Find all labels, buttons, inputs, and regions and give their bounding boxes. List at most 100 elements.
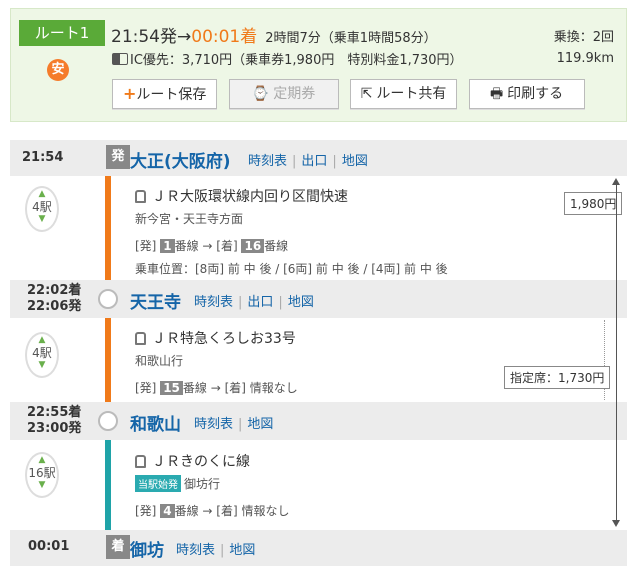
timetable-link[interactable]: 時刻表 <box>176 543 215 558</box>
route-label[interactable]: ルート1 <box>19 20 105 46</box>
line-orange-1 <box>105 168 111 298</box>
station-row-taisho: 21:54 発 大正(大阪府) 時刻表 | 出口 | 地図 <box>10 140 627 176</box>
station-name[interactable]: 御坊 <box>130 536 164 561</box>
station-row-tennoji: 22:02着 22:06発 天王寺 時刻表 | 出口 | 地図 <box>10 280 627 318</box>
train-name[interactable]: ＪＲきのくに線 <box>152 454 250 470</box>
plus-icon: + <box>123 84 137 103</box>
station-time-arrive: 22:02着 <box>27 283 82 298</box>
chevron-down-icon: ▼ <box>38 360 46 370</box>
exit-link[interactable]: 出口 <box>247 295 273 310</box>
train-icon <box>135 190 146 203</box>
stop-count-label: 4駅 <box>32 200 52 214</box>
timetable-link[interactable]: 時刻表 <box>194 417 233 432</box>
station-time-depart: 22:06発 <box>27 299 82 314</box>
reserved-fare: 指定席：1,730円 <box>504 366 611 389</box>
duration: 2時間7分（乗車1時間58分） <box>265 31 437 46</box>
platform-info: [発] 4 番線 → [着] 情報なし <box>135 504 290 518</box>
route-summary: ルート1 安 21:54発→00:01着 2時間7分（乗車1時間58分） 乗換：2… <box>10 8 627 122</box>
depart-platform: 4 <box>160 504 175 518</box>
platform-unit: 番線 <box>182 381 207 395</box>
action-buttons: +ルート保存 ⌚ 定期券 ⇱ ルート共有 🖶 印刷する <box>112 79 592 109</box>
depart-label: [発] <box>135 239 157 253</box>
transfer-count: 乗換：2回 <box>553 30 614 45</box>
fare-line: IC優先：3,710円（乗車券1,980円 特別料金1,730円） <box>112 49 463 68</box>
stop-count[interactable]: ▲ 4駅 ▼ <box>25 186 59 232</box>
train-name[interactable]: ＪＲ大阪環状線内回り区間快速 <box>152 189 348 205</box>
depart-platform: 15 <box>160 381 183 395</box>
stop-count-label: 4駅 <box>32 346 52 360</box>
station-time: 21:54 <box>22 150 64 165</box>
share-route-button[interactable]: ⇱ ルート共有 <box>349 79 458 109</box>
print-label: 印刷する <box>507 86 564 102</box>
direction: 新今宮・天王寺方面 <box>135 212 244 226</box>
station-links: 時刻表 | 出口 | 地図 <box>194 295 314 310</box>
platform-unit: 番線 <box>264 239 289 253</box>
save-route-label: ルート保存 <box>136 87 207 103</box>
chevron-up-icon: ▲ <box>38 455 46 465</box>
timetable-link[interactable]: 時刻表 <box>194 295 233 310</box>
stop-count[interactable]: ▲ 16駅 ▼ <box>25 452 59 498</box>
chevron-up-icon: ▲ <box>38 189 46 199</box>
station-time-depart: 23:00発 <box>27 421 82 436</box>
cheap-icon: 安 <box>47 59 69 81</box>
station-time-arrive: 22:55着 <box>27 405 82 420</box>
print-button[interactable]: 🖶 印刷する <box>468 79 585 109</box>
station-node <box>98 411 118 431</box>
stop-count[interactable]: ▲ 4駅 ▼ <box>25 332 59 378</box>
train-line: ＪＲ特急くろしお33号 <box>135 328 298 348</box>
distance: 119.9km <box>556 51 614 66</box>
depart-time: 21:54発 <box>111 27 177 47</box>
first-train-tag: 当駅始発 <box>135 475 181 492</box>
map-link[interactable]: 地図 <box>288 295 314 310</box>
ticket-fare: 1,980円 <box>564 192 623 215</box>
station-links: 時刻表 | 出口 | 地図 <box>248 154 368 169</box>
exit-link[interactable]: 出口 <box>301 154 327 169</box>
direction-line: 当駅始発 御坊行 <box>135 475 289 492</box>
depart-platform: 1 <box>160 239 175 253</box>
arrive-info: [着] 情報なし <box>224 381 298 395</box>
share-icon: ⇱ <box>360 86 373 102</box>
station-links: 時刻表 | 地図 <box>194 417 274 432</box>
arrive-time: 00:01着 <box>191 27 258 47</box>
train-icon <box>135 332 146 345</box>
map-link[interactable]: 地図 <box>229 543 255 558</box>
train-line: ＪＲきのくに線 <box>135 451 289 471</box>
save-route-button[interactable]: +ルート保存 <box>112 79 218 109</box>
commuter-pass-button[interactable]: ⌚ 定期券 <box>228 79 339 109</box>
platform-info: [発] 15 番線 → [着] 情報なし <box>135 381 298 395</box>
station-name[interactable]: 天王寺 <box>130 288 181 313</box>
fare-text: IC優先：3,710円（乗車券1,980円 特別料金1,730円） <box>130 53 463 68</box>
arrive-label: [着] <box>216 239 238 253</box>
station-row-gobo: 00:01 着 御坊 時刻表 | 地図 <box>10 530 627 566</box>
platform-unit: 番線 <box>174 239 199 253</box>
map-link[interactable]: 地図 <box>342 154 368 169</box>
car-position: 乗車位置：[8両] 前 中 後 / [6両] 前 中 後 / [4両] 前 中 … <box>135 262 448 276</box>
train-line: ＪＲ大阪環状線内回り区間快速 <box>135 186 448 206</box>
depart-label: [発] <box>135 504 157 518</box>
train-name[interactable]: ＪＲ特急くろしお33号 <box>152 331 296 347</box>
commuter-pass-label: 定期券 <box>273 86 316 102</box>
depart-badge: 発 <box>106 145 130 169</box>
arrow: → <box>177 27 192 47</box>
station-node <box>98 289 118 309</box>
platform-unit: 番線 <box>174 504 199 518</box>
depart-label: [発] <box>135 381 157 395</box>
segment-info: ＪＲ特急くろしお33号 和歌山行 [発] 15 番線 → [着] 情報なし <box>135 328 298 396</box>
share-route-label: ルート共有 <box>376 86 447 102</box>
ic-card-icon <box>112 53 128 65</box>
map-link[interactable]: 地図 <box>247 417 273 432</box>
time-line: 21:54発→00:01着 2時間7分（乗車1時間58分） <box>111 22 437 47</box>
station-time: 00:01 <box>28 539 70 554</box>
timetable-link[interactable]: 時刻表 <box>248 154 287 169</box>
station-name[interactable]: 大正(大阪府) <box>130 147 231 172</box>
arrive-badge: 着 <box>106 535 130 559</box>
chevron-down-icon: ▼ <box>38 480 46 490</box>
direction: 和歌山行 <box>135 354 184 368</box>
platform-info: [発] 1 番線 → [着] 16 番線 <box>135 239 289 253</box>
segment-info: ＪＲきのくに線 当駅始発 御坊行 [発] 4 番線 → [着] 情報なし <box>135 451 289 519</box>
arrive-platform: 16 <box>241 239 265 253</box>
station-name[interactable]: 和歌山 <box>130 410 181 435</box>
arrive-info: [着] 情報なし <box>216 504 290 518</box>
chevron-down-icon: ▼ <box>38 214 46 224</box>
train-icon <box>135 455 146 468</box>
